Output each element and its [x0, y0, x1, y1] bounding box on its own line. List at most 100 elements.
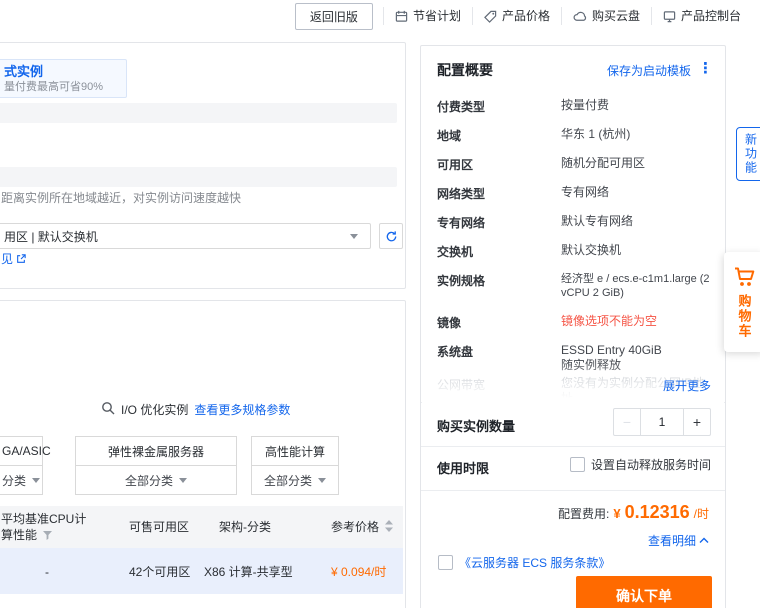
summary-label: 网络类型	[437, 187, 486, 201]
divider	[421, 490, 725, 491]
category-card-label: 弹性裸金属服务器	[107, 444, 204, 459]
category-card-hpc[interactable]: 高性能计算	[251, 436, 339, 466]
quantity-stepper: − 1 +	[613, 408, 711, 436]
nav-label: 购买云盘	[591, 9, 640, 23]
summary-value: 专有网络	[561, 185, 610, 199]
quantity-plus-button[interactable]: +	[684, 409, 710, 435]
chevron-down-icon	[350, 234, 358, 239]
nav-buy-cloud-disk[interactable]: 购买云盘	[560, 7, 651, 25]
quantity-minus-button[interactable]: −	[614, 409, 640, 435]
category-select-gpu[interactable]: 分类	[0, 465, 43, 495]
config-summary-panel: 配置概要 保存为启动模板 ⋮ 付费类型 按量付费 地域 华东 1 (杭州) 可用…	[420, 45, 726, 608]
nav-saving-plan[interactable]: 节省计划	[382, 7, 472, 25]
detail-link[interactable]: 见	[1, 250, 26, 267]
config-price: 配置费用: ¥ 0.12316 /时	[558, 502, 709, 523]
placeholder-bar	[0, 103, 397, 123]
filter-funnel-icon[interactable]	[43, 528, 53, 544]
summary-label: 公网带宽	[437, 378, 486, 392]
category-select-hpc[interactable]: 全部分类	[251, 465, 339, 495]
summary-label: 地域	[437, 129, 462, 143]
spec-table-header: 平均基准CPU计 算性能 可售可用区 架构-分类 参考价格	[0, 506, 403, 548]
detail-link-text: 见	[1, 252, 14, 266]
summary-value: 随机分配可用区	[561, 156, 646, 170]
io-optimized-label: I/O 优化实例	[121, 403, 189, 417]
cell-cpu-performance: -	[45, 565, 49, 579]
new-feature-tab[interactable]: 新功能	[736, 127, 760, 181]
quantity-label: 购买实例数量	[437, 419, 516, 434]
price-currency: ¥	[613, 506, 621, 521]
terms-row: 《云服务器 ECS 服务条款》	[438, 554, 610, 571]
expand-more-link[interactable]: 展开更多	[663, 377, 711, 394]
summary-value: 经济型 e / ecs.e-c1m1.large (2 vCPU 2 GiB)	[561, 273, 710, 299]
region-hint-text: 距离实例所在地域越近，对实例访问速度越快	[1, 191, 242, 205]
summary-value: 按量付费	[561, 98, 610, 112]
auto-release-option[interactable]: 设置自动释放服务时间	[569, 456, 711, 473]
spec-search-row: I/O 优化实例 查看更多规格参数	[101, 401, 290, 418]
chevron-down-icon	[179, 477, 187, 483]
ecs-purchase-page: 返回旧版 节省计划 产品价格 购买云盘 产品控制台 式实例 量付费最高可省90%…	[0, 0, 760, 608]
auto-release-checkbox[interactable]	[569, 457, 585, 472]
header-price-sortable[interactable]: 参考价格	[331, 519, 394, 536]
cart-icon	[735, 267, 755, 286]
header-zones: 可售可用区	[129, 520, 190, 534]
divider	[421, 402, 725, 403]
duration-label: 使用时限	[437, 461, 490, 476]
chevron-down-icon	[318, 477, 326, 483]
terms-checkbox[interactable]	[438, 555, 453, 570]
cloud-disk-icon	[573, 10, 587, 23]
vswitch-select[interactable]: 用区 | 默认交换机	[0, 223, 371, 249]
summary-label: 系统盘	[437, 345, 474, 359]
summary-label: 交换机	[437, 245, 474, 259]
view-detail-link[interactable]: 查看明细	[648, 532, 709, 549]
price-label: 配置费用:	[558, 507, 610, 521]
summary-label: 付费类型	[437, 100, 486, 114]
nav-product-price[interactable]: 产品价格	[471, 7, 561, 25]
category-card-label: 高性能计算	[264, 444, 325, 459]
category-select-baremetal[interactable]: 全部分类	[75, 465, 237, 495]
chevron-up-icon	[699, 537, 709, 543]
spot-instance-tab[interactable]: 式实例 量付费最高可省90%	[0, 59, 127, 98]
top-toolbar: 返回旧版 节省计划 产品价格 购买云盘 产品控制台	[0, 0, 760, 32]
nav-label: 节省计划	[412, 9, 461, 23]
refresh-icon	[386, 230, 396, 241]
instance-config-panel: 式实例 量付费最高可省90% 距离实例所在地域越近，对实例访问速度越快 用区 |…	[0, 42, 406, 289]
quantity-input[interactable]: 1	[640, 409, 684, 435]
summary-label: 专有网络	[437, 216, 486, 230]
nav-label: 产品价格	[501, 9, 550, 23]
summary-label: 可用区	[437, 158, 474, 172]
header-cpu-performance: 平均基准CPU计 算性能	[1, 512, 87, 544]
spot-tab-title: 式实例	[4, 64, 44, 79]
save-as-template-link[interactable]: 保存为启动模板	[607, 62, 691, 79]
refresh-button[interactable]	[379, 223, 403, 249]
summary-value: ESSD Entry 40GiB 随实例释放	[561, 343, 662, 372]
category-card-label: GA/ASIC	[2, 444, 51, 458]
instance-type-panel: I/O 优化实例 查看更多规格参数 GA/ASIC 弹性裸金属服务器 高性能计算…	[0, 300, 406, 608]
cart-label: 购物车	[736, 294, 752, 339]
summary-value-error: 镜像选项不能为空	[561, 314, 658, 328]
cell-zones: 42个可用区	[129, 565, 191, 579]
plan-icon	[395, 10, 408, 23]
more-specs-link[interactable]: 查看更多规格参数	[194, 401, 290, 418]
category-card-baremetal[interactable]: 弹性裸金属服务器	[75, 436, 237, 466]
spot-tab-subtitle: 量付费最高可省90%	[4, 81, 104, 93]
nav-product-console[interactable]: 产品控制台	[650, 7, 752, 25]
terms-link[interactable]: 《云服务器 ECS 服务条款》	[459, 554, 610, 571]
shopping-cart-tab[interactable]: 购物车	[724, 252, 760, 352]
back-to-old-version-button[interactable]: 返回旧版	[294, 2, 373, 30]
divider	[421, 446, 725, 447]
summary-label: 实例规格	[437, 274, 486, 288]
vswitch-select-value: 用区 | 默认交换机	[4, 229, 98, 244]
auto-release-label: 设置自动释放服务时间	[590, 458, 711, 472]
cell-architecture: X86 计算-共享型	[204, 565, 293, 579]
summary-title: 配置概要	[437, 62, 493, 78]
view-detail-text: 查看明细	[647, 534, 696, 548]
search-icon[interactable]	[101, 401, 115, 418]
more-menu-icon[interactable]: ⋮	[698, 59, 713, 77]
confirm-order-button[interactable]: 确认下单	[576, 576, 712, 608]
sort-arrows-icon	[385, 520, 394, 536]
spec-table-row[interactable]: - 42个可用区 X86 计算-共享型 ¥ 0.094/时	[0, 548, 403, 594]
category-card-gpu[interactable]: GA/ASIC	[0, 436, 51, 466]
summary-value: 默认交换机	[561, 243, 622, 257]
header-architecture: 架构-分类	[219, 520, 271, 534]
external-link-icon	[17, 253, 26, 263]
